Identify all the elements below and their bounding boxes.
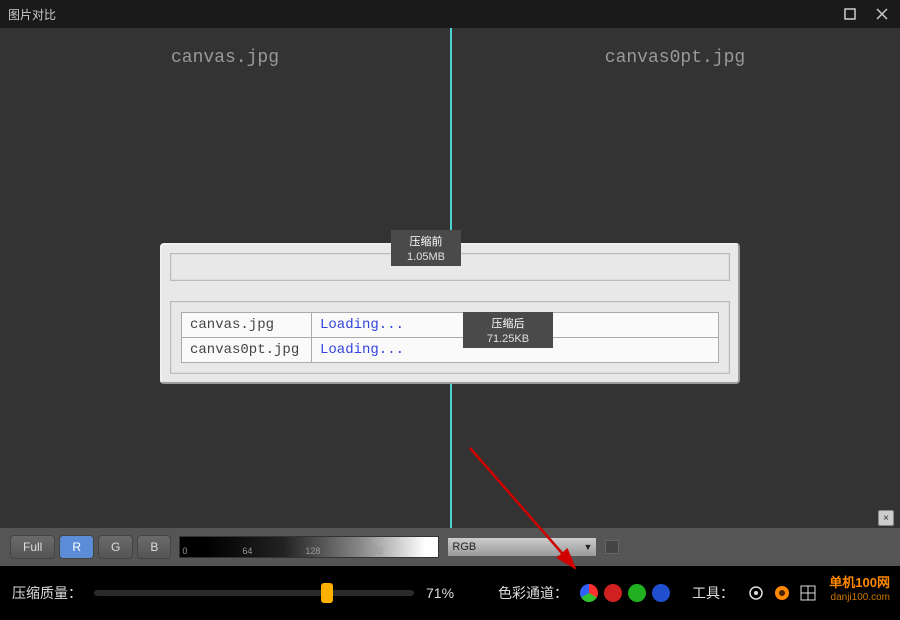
titlebar: 图片对比 bbox=[0, 0, 900, 28]
eyedropper-icon[interactable] bbox=[746, 583, 766, 603]
quality-label: 压缩质量： bbox=[12, 583, 82, 603]
info-panel: 压缩前 1.05MB 压缩后 71.25KB canvas.jpg Loadin… bbox=[160, 243, 740, 384]
compare-viewport: canvas.jpg canvas0pt.jpg 压缩前 1.05MB 压缩后 … bbox=[0, 28, 900, 528]
histogram-tick: 0 bbox=[182, 546, 187, 556]
g-button[interactable]: G bbox=[98, 535, 133, 559]
channel-dropdown[interactable]: RGB ▼ bbox=[447, 537, 597, 557]
table-row: canvas0pt.jpg Loading... bbox=[182, 338, 719, 363]
maximize-button[interactable] bbox=[840, 4, 860, 24]
mid-toolbar: × Full R G B 0 64 128 192 RGB ▼ bbox=[0, 528, 900, 566]
before-size: 1.05MB bbox=[391, 248, 461, 266]
left-filename: canvas.jpg bbox=[0, 48, 450, 68]
r-button[interactable]: R bbox=[59, 535, 94, 559]
histogram-tick: 192 bbox=[368, 546, 383, 556]
cell-filename: canvas.jpg bbox=[182, 313, 312, 338]
target-icon[interactable] bbox=[772, 583, 792, 603]
full-button[interactable]: Full bbox=[10, 535, 55, 559]
histogram[interactable]: 0 64 128 192 bbox=[179, 536, 439, 558]
toggle-checkbox[interactable] bbox=[605, 540, 619, 554]
window-title: 图片对比 bbox=[8, 6, 56, 23]
after-size: 71.25KB bbox=[463, 330, 553, 348]
red-channel-button[interactable] bbox=[604, 584, 622, 602]
close-button[interactable] bbox=[872, 4, 892, 24]
info-table-wrap: 压缩后 71.25KB canvas.jpg Loading... canvas… bbox=[170, 301, 730, 374]
slider-thumb[interactable] bbox=[321, 583, 333, 603]
color-channel-label: 色彩通道： bbox=[498, 583, 568, 603]
green-channel-button[interactable] bbox=[628, 584, 646, 602]
b-button[interactable]: B bbox=[137, 535, 171, 559]
quality-value: 71% bbox=[426, 585, 476, 601]
tools-label: 工具： bbox=[692, 583, 734, 603]
rgb-channel-button[interactable] bbox=[580, 584, 598, 602]
info-top-row: 压缩前 1.05MB bbox=[170, 253, 730, 281]
grid-icon[interactable] bbox=[798, 583, 818, 603]
tool-buttons bbox=[746, 583, 818, 603]
histogram-tick: 128 bbox=[305, 546, 320, 556]
right-filename: canvas0pt.jpg bbox=[450, 48, 900, 68]
dropdown-value: RGB bbox=[452, 541, 476, 553]
watermark-text: 单机100网 bbox=[829, 572, 890, 591]
blue-channel-button[interactable] bbox=[652, 584, 670, 602]
quality-slider[interactable] bbox=[94, 590, 414, 596]
channel-button-group: Full R G B bbox=[10, 535, 171, 559]
table-row: canvas.jpg Loading... bbox=[182, 313, 719, 338]
color-channel-buttons bbox=[580, 584, 670, 602]
chevron-down-icon: ▼ bbox=[583, 542, 592, 552]
watermark-url: danji100.com bbox=[831, 592, 890, 603]
file-table: canvas.jpg Loading... canvas0pt.jpg Load… bbox=[181, 312, 719, 363]
bottom-toolbar: 压缩质量： 71% 色彩通道： 工具： 单机100网 danji100.com bbox=[0, 566, 900, 620]
panel-close-button[interactable]: × bbox=[878, 510, 894, 526]
histogram-tick: 64 bbox=[242, 546, 252, 556]
window-controls bbox=[840, 4, 892, 24]
cell-filename: canvas0pt.jpg bbox=[182, 338, 312, 363]
